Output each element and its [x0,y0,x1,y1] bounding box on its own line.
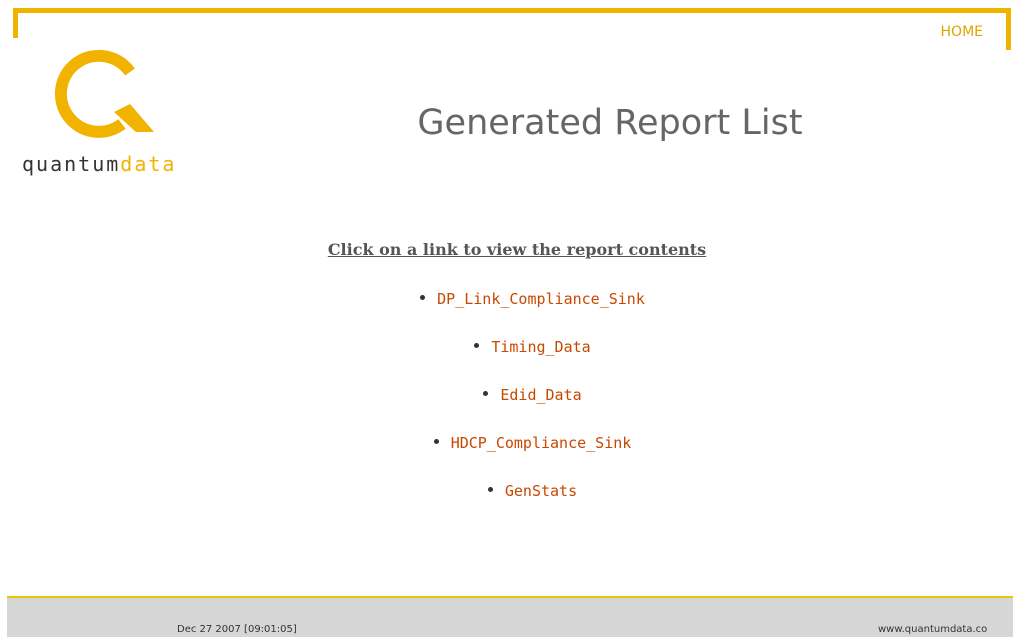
report-link-edid-data[interactable]: Edid_Data [500,386,581,404]
report-list: DP_Link_Compliance_Sink Timing_Data Edid… [0,285,1017,525]
bullet-icon [433,439,439,444]
right-border-tick [1006,8,1011,50]
report-link-timing-data[interactable]: Timing_Data [491,338,590,356]
q-logo-icon [54,49,154,138]
footer: Dec 27 2007 [09:01:05] www.quantumdata.c… [7,596,1013,637]
list-item: HDCP_Compliance_Sink [0,429,1017,477]
list-item: DP_Link_Compliance_Sink [0,285,1017,333]
report-link-dp-link-compliance-sink[interactable]: DP_Link_Compliance_Sink [437,290,645,308]
report-link-genstats[interactable]: GenStats [505,482,577,500]
list-item: Edid_Data [0,381,1017,429]
list-item: GenStats [0,477,1017,525]
footer-website: www.quantumdata.co [878,624,988,635]
bullet-icon [474,343,480,348]
home-link[interactable]: HOME [941,24,983,40]
logo-wordmark-quantum: quantum [22,152,121,176]
bullet-icon [420,295,426,300]
top-border [13,8,1011,13]
logo-wordmark-data: data [120,152,177,176]
quantumdata-logo: quantumdata [22,42,202,192]
left-border-tick [13,8,18,38]
footer-timestamp: Dec 27 2007 [09:01:05] [177,624,297,635]
logo-wordmark: quantumdata [22,152,176,176]
report-link-hdcp-compliance-sink[interactable]: HDCP_Compliance_Sink [451,434,632,452]
bullet-icon [487,487,493,492]
page-title: Generated Report List [417,103,803,143]
list-item: Timing_Data [0,333,1017,381]
instruction-text: Click on a link to view the report conte… [327,240,707,259]
bullet-icon [483,391,489,396]
